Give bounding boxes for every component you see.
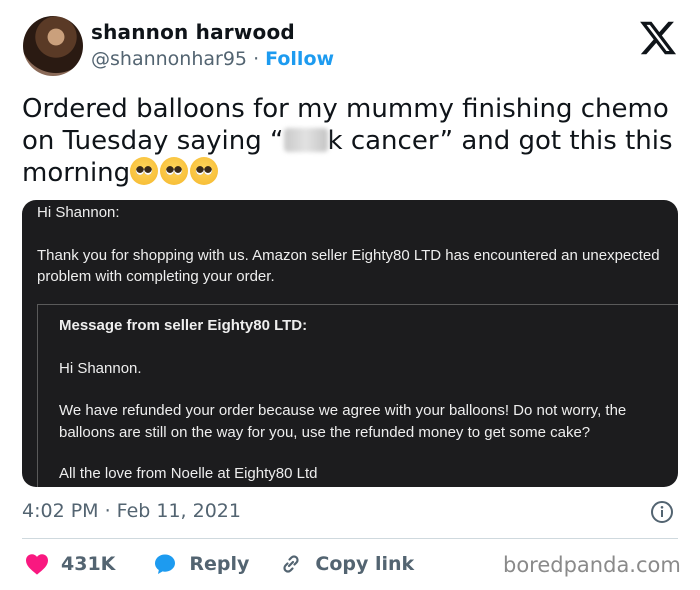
pleading-face-emoji-icon bbox=[160, 157, 189, 185]
heart-icon bbox=[26, 554, 48, 575]
reply-button[interactable]: Reply bbox=[153, 552, 249, 576]
copy-link-label: Copy link bbox=[315, 553, 415, 575]
author-avatar[interactable] bbox=[23, 16, 83, 76]
pleading-face-emoji-icon bbox=[130, 157, 159, 185]
author-handle[interactable]: @shannonhar95 bbox=[91, 48, 247, 70]
email-body: Thank you for shopping with us. Amazon s… bbox=[37, 247, 660, 285]
handle-separator: · bbox=[253, 48, 260, 70]
reply-bubble-icon bbox=[155, 554, 176, 574]
censored-word-blur bbox=[283, 128, 328, 152]
divider bbox=[22, 538, 678, 539]
tweet-actions: 431K Reply Copy link bbox=[25, 550, 414, 578]
seller-signoff: All the love from Noelle at Eighty80 Ltd bbox=[59, 465, 318, 482]
seller-message-title: Message from seller Eighty80 LTD: bbox=[59, 317, 308, 334]
seller-greeting: Hi Shannon. bbox=[59, 360, 142, 377]
tweet-text: Ordered balloons for my mummy finishing … bbox=[22, 93, 682, 189]
like-button[interactable]: 431K bbox=[25, 553, 115, 575]
watermark: boredpanda.com bbox=[503, 553, 681, 577]
link-icon bbox=[283, 555, 300, 573]
info-icon[interactable] bbox=[650, 500, 674, 524]
follow-button[interactable]: Follow bbox=[265, 48, 334, 70]
email-greeting: Hi Shannon: bbox=[37, 204, 120, 221]
pleading-face-emoji-icon bbox=[190, 157, 219, 185]
author-handle-row: @shannonhar95 · Follow bbox=[91, 48, 334, 70]
copy-link-button[interactable]: Copy link bbox=[279, 552, 414, 576]
seller-message-box: Message from seller Eighty80 LTD: Hi Sha… bbox=[37, 304, 678, 487]
tweet-timestamp[interactable]: 4:02 PM · Feb 11, 2021 bbox=[22, 500, 241, 522]
seller-message: We have refunded your order because we a… bbox=[59, 402, 627, 441]
email-screenshot-image[interactable]: Hi Shannon: Thank you for shopping with … bbox=[22, 200, 678, 487]
reply-label: Reply bbox=[189, 553, 250, 575]
x-logo-icon[interactable] bbox=[638, 18, 678, 58]
author-display-name[interactable]: shannon harwood bbox=[91, 20, 295, 44]
like-count: 431K bbox=[61, 553, 116, 575]
